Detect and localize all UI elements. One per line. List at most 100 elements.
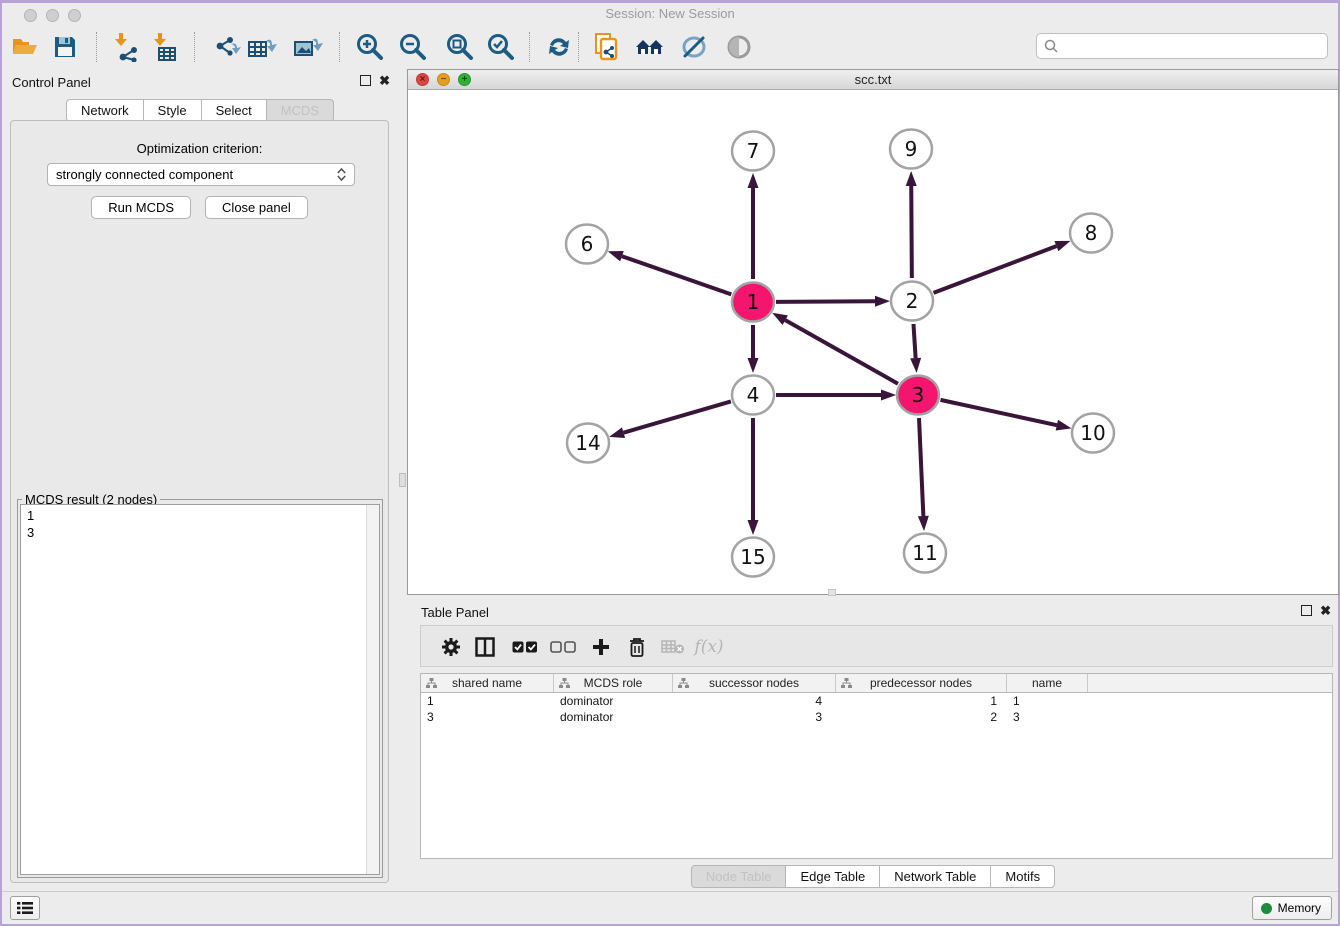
search-field[interactable] bbox=[1036, 33, 1328, 59]
toggle-style-icon[interactable] bbox=[677, 31, 711, 63]
tab-select[interactable]: Select bbox=[202, 99, 267, 122]
table-cell[interactable]: 2 bbox=[836, 709, 1007, 725]
task-list-icon bbox=[16, 901, 34, 915]
table-cell[interactable]: 3 bbox=[1007, 709, 1088, 725]
delete-column-icon[interactable] bbox=[621, 632, 653, 662]
graph-node-label-10: 10 bbox=[1080, 421, 1105, 445]
tab-motifs[interactable]: Motifs bbox=[991, 865, 1055, 888]
column-header-label: predecessor nodes bbox=[870, 676, 972, 690]
run-mcds-button[interactable]: Run MCDS bbox=[91, 196, 191, 219]
edge-1-6[interactable] bbox=[622, 256, 731, 294]
graph-node-label-15: 15 bbox=[740, 545, 765, 569]
tab-edge-table[interactable]: Edge Table bbox=[786, 865, 880, 888]
toolbar-separator bbox=[194, 32, 195, 62]
export-table-icon[interactable] bbox=[246, 31, 280, 63]
control-panel-tabbar: NetworkStyleSelectMCDS bbox=[2, 99, 398, 122]
toolbar-separator bbox=[339, 32, 340, 62]
zoom-in-icon[interactable] bbox=[352, 31, 386, 63]
show-columns-icon[interactable] bbox=[469, 632, 501, 662]
edge-2-8[interactable] bbox=[934, 246, 1057, 293]
unselect-all-columns-icon[interactable] bbox=[547, 632, 579, 662]
table-row[interactable]: 3dominator323 bbox=[421, 709, 1332, 725]
zoom-fit-icon[interactable] bbox=[442, 31, 476, 63]
close-panel-icon[interactable]: ✖ bbox=[379, 75, 390, 86]
export-network-icon[interactable] bbox=[211, 31, 245, 63]
mcds-result-list[interactable]: 13 bbox=[20, 504, 380, 875]
edge-arrowhead bbox=[748, 173, 759, 188]
column-header-name[interactable]: name bbox=[1007, 674, 1088, 692]
column-header-label: MCDS role bbox=[584, 676, 643, 690]
panel-splitter-handle[interactable] bbox=[399, 473, 406, 487]
tab-mcds[interactable]: MCDS bbox=[267, 99, 334, 122]
column-header-predecessor-nodes[interactable]: predecessor nodes bbox=[836, 674, 1007, 692]
tab-style[interactable]: Style bbox=[144, 99, 202, 122]
copy-network-icon[interactable] bbox=[590, 31, 624, 63]
edge-2-3[interactable] bbox=[913, 324, 915, 358]
import-network-icon[interactable] bbox=[109, 31, 143, 63]
close-panel-button[interactable]: Close panel bbox=[205, 196, 308, 219]
edge-3-1[interactable] bbox=[785, 320, 898, 384]
main-toolbar bbox=[2, 24, 1338, 69]
tab-network[interactable]: Network bbox=[66, 99, 144, 122]
zoom-out-icon[interactable] bbox=[395, 31, 429, 63]
column-hierarchy-icon bbox=[426, 678, 437, 692]
status-bar: Memory bbox=[2, 891, 1338, 924]
app-title: Session: New Session bbox=[2, 6, 1338, 21]
column-hierarchy-icon bbox=[678, 678, 689, 692]
edge-1-2[interactable] bbox=[776, 301, 875, 302]
table-cell[interactable]: 3 bbox=[421, 709, 554, 725]
column-header-successor-nodes[interactable]: successor nodes bbox=[673, 674, 836, 692]
table-row[interactable]: 1dominator411 bbox=[421, 693, 1332, 709]
criterion-select[interactable]: strongly connected component bbox=[47, 163, 355, 186]
zoom-selected-icon[interactable] bbox=[483, 31, 517, 63]
graph-node-label-6: 6 bbox=[581, 232, 594, 256]
console-button[interactable] bbox=[10, 896, 40, 920]
edge-arrowhead bbox=[918, 516, 929, 531]
table-cell[interactable]: 1 bbox=[1007, 693, 1088, 709]
edge-arrowhead bbox=[748, 358, 759, 373]
toggle-bird-view-icon[interactable] bbox=[722, 31, 756, 63]
table-cell[interactable]: 3 bbox=[673, 709, 836, 725]
close-table-panel-icon[interactable]: ✖ bbox=[1320, 605, 1331, 616]
save-session-icon[interactable] bbox=[48, 31, 82, 63]
table-cell[interactable]: dominator bbox=[554, 709, 673, 725]
edge-3-10[interactable] bbox=[940, 400, 1056, 425]
search-input[interactable] bbox=[1059, 39, 1327, 54]
edge-arrowhead bbox=[881, 390, 896, 401]
control-panel: Control Panel ✖ NetworkStyleSelectMCDS O… bbox=[2, 69, 398, 891]
memory-button[interactable]: Memory bbox=[1252, 896, 1332, 920]
select-all-columns-icon[interactable] bbox=[509, 632, 541, 662]
edge-4-14[interactable] bbox=[624, 401, 731, 432]
table-cell[interactable]: 1 bbox=[836, 693, 1007, 709]
delete-table-icon[interactable] bbox=[657, 632, 689, 662]
tab-node-table[interactable]: Node Table bbox=[691, 865, 787, 888]
edge-2-9[interactable] bbox=[911, 186, 912, 278]
float-table-panel-icon[interactable] bbox=[1301, 605, 1312, 616]
export-image-icon[interactable] bbox=[292, 31, 326, 63]
network-canvas[interactable]: 1234678910111415 bbox=[408, 91, 1338, 594]
show-all-networks-icon[interactable] bbox=[633, 31, 667, 63]
edge-3-11[interactable] bbox=[919, 418, 923, 516]
import-table-icon[interactable] bbox=[148, 31, 182, 63]
network-resize-handle[interactable] bbox=[828, 589, 836, 596]
result-scrollbar[interactable] bbox=[366, 505, 379, 874]
create-column-icon[interactable] bbox=[585, 632, 617, 662]
float-panel-icon[interactable] bbox=[360, 75, 371, 86]
network-window-title: scc.txt bbox=[408, 72, 1338, 87]
network-window-titlebar[interactable]: × − + scc.txt bbox=[408, 70, 1338, 90]
table-cell[interactable]: 1 bbox=[421, 693, 554, 709]
open-session-icon[interactable] bbox=[8, 31, 42, 63]
column-hierarchy-icon bbox=[559, 678, 570, 692]
table-options-gear-icon[interactable] bbox=[435, 632, 467, 662]
table-cell[interactable]: dominator bbox=[554, 693, 673, 709]
refresh-view-icon[interactable] bbox=[542, 31, 576, 63]
toolbar-separator bbox=[96, 32, 97, 62]
tab-network-table[interactable]: Network Table bbox=[880, 865, 991, 888]
table-cell[interactable]: 4 bbox=[673, 693, 836, 709]
column-header-MCDS-role[interactable]: MCDS role bbox=[554, 674, 673, 692]
column-header-shared-name[interactable]: shared name bbox=[421, 674, 554, 692]
table-panel: Table Panel ✖ f(x) shared nameMCDS ro bbox=[407, 599, 1339, 891]
node-table: shared name MCDS role successor nodes prede… bbox=[420, 673, 1333, 859]
function-builder-icon[interactable]: f(x) bbox=[693, 632, 725, 662]
edge-arrowhead bbox=[910, 358, 921, 373]
